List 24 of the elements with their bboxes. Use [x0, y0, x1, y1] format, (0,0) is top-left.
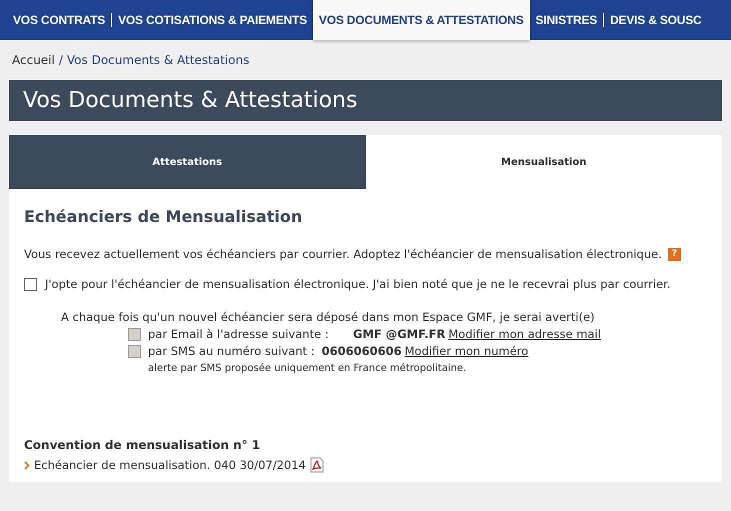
section-title: Echéanciers de Mensualisation [24, 206, 304, 228]
channel-label: par SMS au numéro suivant : [148, 342, 315, 360]
sms-note: alerte par SMS proposée uniquement en France métropolitaine. [148, 362, 468, 376]
intro-text: Vous recevez actuellement vos échéanciers par courrier. Adoptez l'échéancier de mensualisation électronique. [24, 246, 662, 263]
nav-tab[interactable]: DEVIS & SOUSC [604, 0, 708, 40]
convention-title: Convention de mensualisation n° 1 [24, 436, 262, 454]
nav-tab[interactable]: VOS DOCUMENTS & ATTESTATIONS [312, 0, 530, 40]
pdf-icon[interactable] [310, 457, 324, 474]
nav-tab[interactable]: SINISTRES [530, 0, 604, 40]
nav-tab[interactable]: VOS COTISATIONS & PAIEMENTS [112, 0, 313, 40]
channel-value: 0606060606 [322, 342, 402, 360]
breadcrumb-link[interactable]: Accueil [12, 51, 55, 69]
page-title: Vos Documents & Attestations [9, 80, 722, 121]
breadcrumb-current: Vos Documents & Attestations [66, 52, 250, 69]
nav-tab[interactable]: VOS CONTRATS [7, 0, 112, 40]
chevron-icon [24, 460, 30, 470]
notification-text: A chaque fois qu'un nouvel échéancier sera déposé dans mon Espace GMF, je serai averti(e) [61, 308, 596, 326]
checkbox-label: J'opte pour l'échéancier de mensualisation électronique. J'ai bien noté que je ne le recevrai plus par courrier. [45, 276, 671, 294]
checkbox[interactable] [24, 278, 37, 292]
tab[interactable]: Attestations [9, 135, 366, 189]
document-link[interactable]: Echéancier de mensualisation. 040 30/07/2014 [34, 456, 306, 474]
channel-value: GMF @GMF.FR [353, 326, 446, 343]
channel-label: par Email à l'adresse suivante : [148, 326, 330, 343]
breadcrumb-separator: / [58, 52, 63, 69]
